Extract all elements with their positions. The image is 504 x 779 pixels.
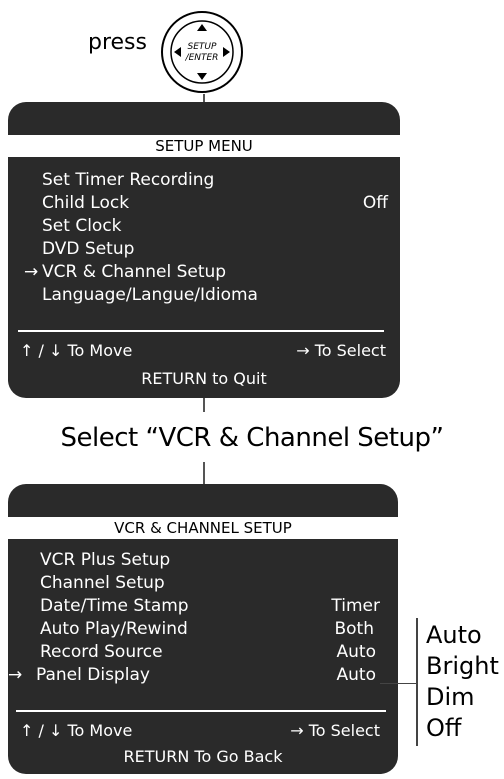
- menu-item-record-source[interactable]: Record Source: [22, 641, 163, 664]
- options-pointer-line: [380, 683, 416, 684]
- setup-menu-title: SETUP MENU: [8, 135, 400, 157]
- menu-item-vcr-channel-setup[interactable]: → VCR & Channel Setup: [24, 261, 226, 284]
- vcr-menu-title: VCR & CHANNEL SETUP: [8, 517, 398, 539]
- setup-enter-button[interactable]: SETUP /ENTER: [160, 10, 244, 94]
- down-arrow-icon: ↓: [48, 341, 63, 360]
- down-arrow-icon: ↓: [48, 721, 63, 740]
- menu-item-language[interactable]: Language/Langue/Idioma: [24, 284, 258, 307]
- auto-play-rewind-value: Both: [334, 619, 374, 639]
- quit-hint: RETURN to Quit: [141, 369, 267, 388]
- option-off: Off: [426, 714, 462, 742]
- select-hint: → To Select: [296, 341, 386, 360]
- right-arrow-icon: →: [296, 341, 310, 360]
- vcr-move-hint: ↑ / ↓ To Move: [20, 721, 133, 740]
- menu-item-date-time-stamp[interactable]: Date/Time Stamp: [22, 595, 189, 618]
- menu-item-set-clock[interactable]: Set Clock: [24, 215, 122, 238]
- menu-item-set-timer[interactable]: Set Timer Recording: [24, 169, 214, 192]
- selection-arrow-icon: →: [24, 262, 39, 282]
- option-bright: Bright: [426, 652, 499, 680]
- option-auto: Auto: [426, 621, 482, 649]
- option-dim: Dim: [426, 683, 475, 711]
- right-arrow-icon: →: [290, 721, 304, 740]
- press-label: press: [88, 30, 147, 55]
- menu-item-dvd-setup[interactable]: DVD Setup: [24, 238, 134, 261]
- select-caption: Select “VCR & Channel Setup”: [60, 423, 444, 453]
- move-hint: ↑ / ↓ To Move: [20, 341, 133, 360]
- button-label-line2: /ENTER: [185, 53, 219, 63]
- connector-line-2: [203, 398, 205, 412]
- up-arrow-icon: ↑: [20, 341, 34, 360]
- record-source-value: Auto: [336, 642, 376, 662]
- panel-display-value: Auto: [336, 665, 376, 685]
- menu-item-channel-setup[interactable]: Channel Setup: [22, 572, 165, 595]
- menu-item-panel-display[interactable]: → Panel Display: [8, 664, 150, 687]
- setup-menu-screen: SETUP MENU Set Timer Recording Child Loc…: [8, 102, 400, 398]
- options-bracket: [416, 618, 418, 746]
- menu-item-vcr-plus-setup[interactable]: VCR Plus Setup: [22, 549, 170, 572]
- button-label-line1: SETUP: [188, 42, 217, 52]
- menu-item-auto-play-rewind[interactable]: Auto Play/Rewind: [22, 618, 188, 641]
- vcr-channel-setup-screen: VCR & CHANNEL SETUP VCR Plus Setup Chann…: [8, 484, 398, 774]
- date-time-stamp-value: Timer: [331, 596, 380, 616]
- up-arrow-icon: ↑: [20, 721, 34, 740]
- panel-display-options: Auto Bright Dim Off: [426, 620, 499, 744]
- menu-item-child-lock[interactable]: Child Lock: [24, 192, 129, 215]
- selection-arrow-icon: →: [8, 665, 23, 685]
- vcr-menu-divider: [16, 710, 386, 712]
- vcr-select-hint: → To Select: [290, 721, 380, 740]
- back-hint: RETURN To Go Back: [123, 747, 283, 766]
- menu-divider: [18, 330, 384, 332]
- child-lock-value: Off: [362, 193, 388, 213]
- connector-line-3: [203, 462, 205, 484]
